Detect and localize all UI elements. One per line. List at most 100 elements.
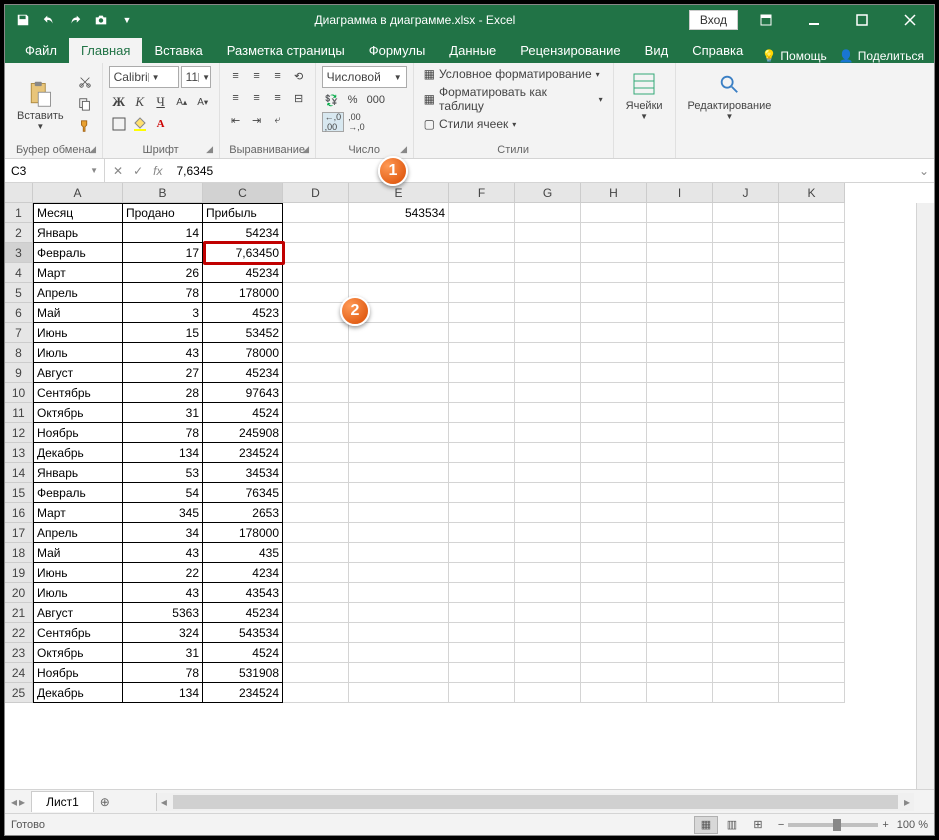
col-header-b[interactable]: B	[123, 183, 203, 203]
cell[interactable]	[779, 323, 845, 343]
fill-color-button[interactable]	[130, 114, 150, 134]
cell[interactable]	[449, 623, 515, 643]
cell[interactable]	[581, 443, 647, 463]
cell[interactable]	[515, 283, 581, 303]
cell-styles-button[interactable]: ▢Стили ячеек▾	[420, 116, 607, 132]
cell[interactable]	[647, 523, 713, 543]
cell[interactable]	[581, 503, 647, 523]
cell[interactable]: Июнь	[33, 323, 123, 343]
cell[interactable]	[581, 523, 647, 543]
orientation-icon[interactable]: ⟲	[289, 66, 309, 86]
cell[interactable]	[713, 383, 779, 403]
cell[interactable]	[283, 303, 349, 323]
align-left-icon[interactable]: ≡	[226, 88, 246, 108]
cell[interactable]: Март	[33, 503, 123, 523]
conditional-formatting-button[interactable]: ▦Условное форматирование▾	[420, 66, 607, 82]
cell[interactable]	[581, 563, 647, 583]
cells-button[interactable]: Ячейки ▼	[620, 66, 669, 123]
cell[interactable]: 76345	[203, 483, 283, 503]
tab-home[interactable]: Главная	[69, 38, 142, 63]
cell[interactable]	[713, 583, 779, 603]
cell[interactable]	[713, 423, 779, 443]
cell[interactable]	[449, 263, 515, 283]
cell[interactable]	[515, 683, 581, 703]
cell[interactable]: Декабрь	[33, 443, 123, 463]
bold-button[interactable]: Ж	[109, 92, 129, 112]
row-header[interactable]: 18	[5, 543, 33, 563]
cell[interactable]: 435	[203, 543, 283, 563]
cell[interactable]	[779, 223, 845, 243]
cell[interactable]: 78	[123, 663, 203, 683]
normal-view-icon[interactable]: ▦	[694, 816, 718, 834]
horizontal-scrollbar[interactable]: ◂ ▸	[156, 793, 914, 811]
cell[interactable]: 134	[123, 683, 203, 703]
cell[interactable]: Июнь	[33, 563, 123, 583]
col-header-g[interactable]: G	[515, 183, 581, 203]
cell[interactable]	[713, 603, 779, 623]
row-header[interactable]: 16	[5, 503, 33, 523]
italic-button[interactable]: К	[130, 92, 150, 112]
cell[interactable]	[283, 603, 349, 623]
cells-area[interactable]: МесяцПроданоПрибыль543534 Январь1454234Ф…	[33, 203, 845, 703]
cell[interactable]: Месяц	[33, 203, 123, 223]
editing-button[interactable]: Редактирование ▼	[682, 66, 778, 123]
cut-icon[interactable]	[74, 72, 96, 92]
format-as-table-button[interactable]: ▦Форматировать как таблицу▾	[420, 84, 607, 114]
col-header-f[interactable]: F	[449, 183, 515, 203]
cell[interactable]	[449, 203, 515, 223]
cell[interactable]	[581, 343, 647, 363]
cell[interactable]: 97643	[203, 383, 283, 403]
cell[interactable]	[581, 223, 647, 243]
cell[interactable]	[515, 243, 581, 263]
cell[interactable]	[283, 443, 349, 463]
cell[interactable]: 4524	[203, 403, 283, 423]
format-painter-icon[interactable]	[74, 116, 96, 136]
cell[interactable]	[349, 223, 449, 243]
cell[interactable]: 28	[123, 383, 203, 403]
decrease-decimal-button[interactable]: ,00→,0	[345, 112, 368, 132]
cell[interactable]: 234524	[203, 443, 283, 463]
cell[interactable]	[449, 223, 515, 243]
row-header[interactable]: 14	[5, 463, 33, 483]
cell[interactable]	[349, 343, 449, 363]
zoom-slider[interactable]: − +	[778, 819, 889, 831]
cell[interactable]	[349, 663, 449, 683]
cell[interactable]: Май	[33, 303, 123, 323]
row-header[interactable]: 2	[5, 223, 33, 243]
cell[interactable]: 15	[123, 323, 203, 343]
cell[interactable]: 324	[123, 623, 203, 643]
cell[interactable]: Декабрь	[33, 683, 123, 703]
cell[interactable]	[647, 583, 713, 603]
cell[interactable]	[713, 643, 779, 663]
cell[interactable]	[349, 523, 449, 543]
cell[interactable]	[283, 243, 349, 263]
cell[interactable]	[515, 563, 581, 583]
cell[interactable]	[283, 543, 349, 563]
redo-icon[interactable]	[63, 8, 87, 32]
cell[interactable]	[515, 643, 581, 663]
cell[interactable]	[713, 263, 779, 283]
tab-help[interactable]: Справка	[680, 38, 755, 63]
enter-icon[interactable]: ✓	[133, 164, 143, 178]
cell[interactable]	[449, 443, 515, 463]
cell[interactable]	[515, 463, 581, 483]
cell[interactable]	[581, 263, 647, 283]
increase-indent-icon[interactable]: ⇥	[247, 110, 267, 130]
cell[interactable]	[647, 303, 713, 323]
cell[interactable]	[449, 503, 515, 523]
cell[interactable]	[283, 683, 349, 703]
cell[interactable]: 345	[123, 503, 203, 523]
cell[interactable]	[349, 603, 449, 623]
cell[interactable]	[515, 403, 581, 423]
cell[interactable]: 45234	[203, 263, 283, 283]
cell[interactable]	[283, 523, 349, 543]
cell[interactable]	[581, 623, 647, 643]
cell[interactable]	[349, 543, 449, 563]
cell[interactable]	[581, 203, 647, 223]
tab-formulas[interactable]: Формулы	[357, 38, 438, 63]
cell[interactable]	[283, 623, 349, 643]
cell[interactable]: 4524	[203, 643, 283, 663]
cell[interactable]	[581, 363, 647, 383]
tab-file[interactable]: Файл	[13, 38, 69, 63]
dialog-launcher-icon[interactable]: ◢	[397, 142, 411, 156]
